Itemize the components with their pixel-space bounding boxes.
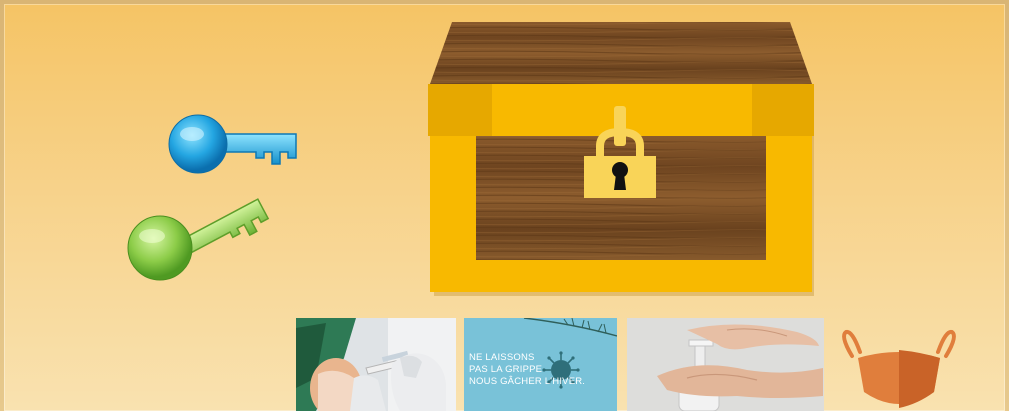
poster-text: NE LAISSONS PAS LA GRIPPE NOUS GÂCHER L'… [469, 352, 585, 388]
poster-line-1: NE LAISSONS [469, 352, 535, 363]
treasure-chest[interactable] [424, 18, 818, 298]
flu-poster-card[interactable]: NE LAISSONS PAS LA GRIPPE NOUS GÂCHER L'… [464, 318, 617, 411]
vaccination-photo-card[interactable] [296, 318, 456, 411]
poster-line-3: NOUS GÂCHER L'HIVER. [469, 376, 586, 387]
face-mask-icon[interactable] [834, 322, 964, 411]
hand-sanitizer-photo-card[interactable] [627, 318, 824, 411]
green-key-icon[interactable] [118, 180, 278, 290]
poster-line-2: PAS LA GRIPPE [469, 364, 543, 375]
blue-key-icon[interactable] [160, 108, 300, 178]
